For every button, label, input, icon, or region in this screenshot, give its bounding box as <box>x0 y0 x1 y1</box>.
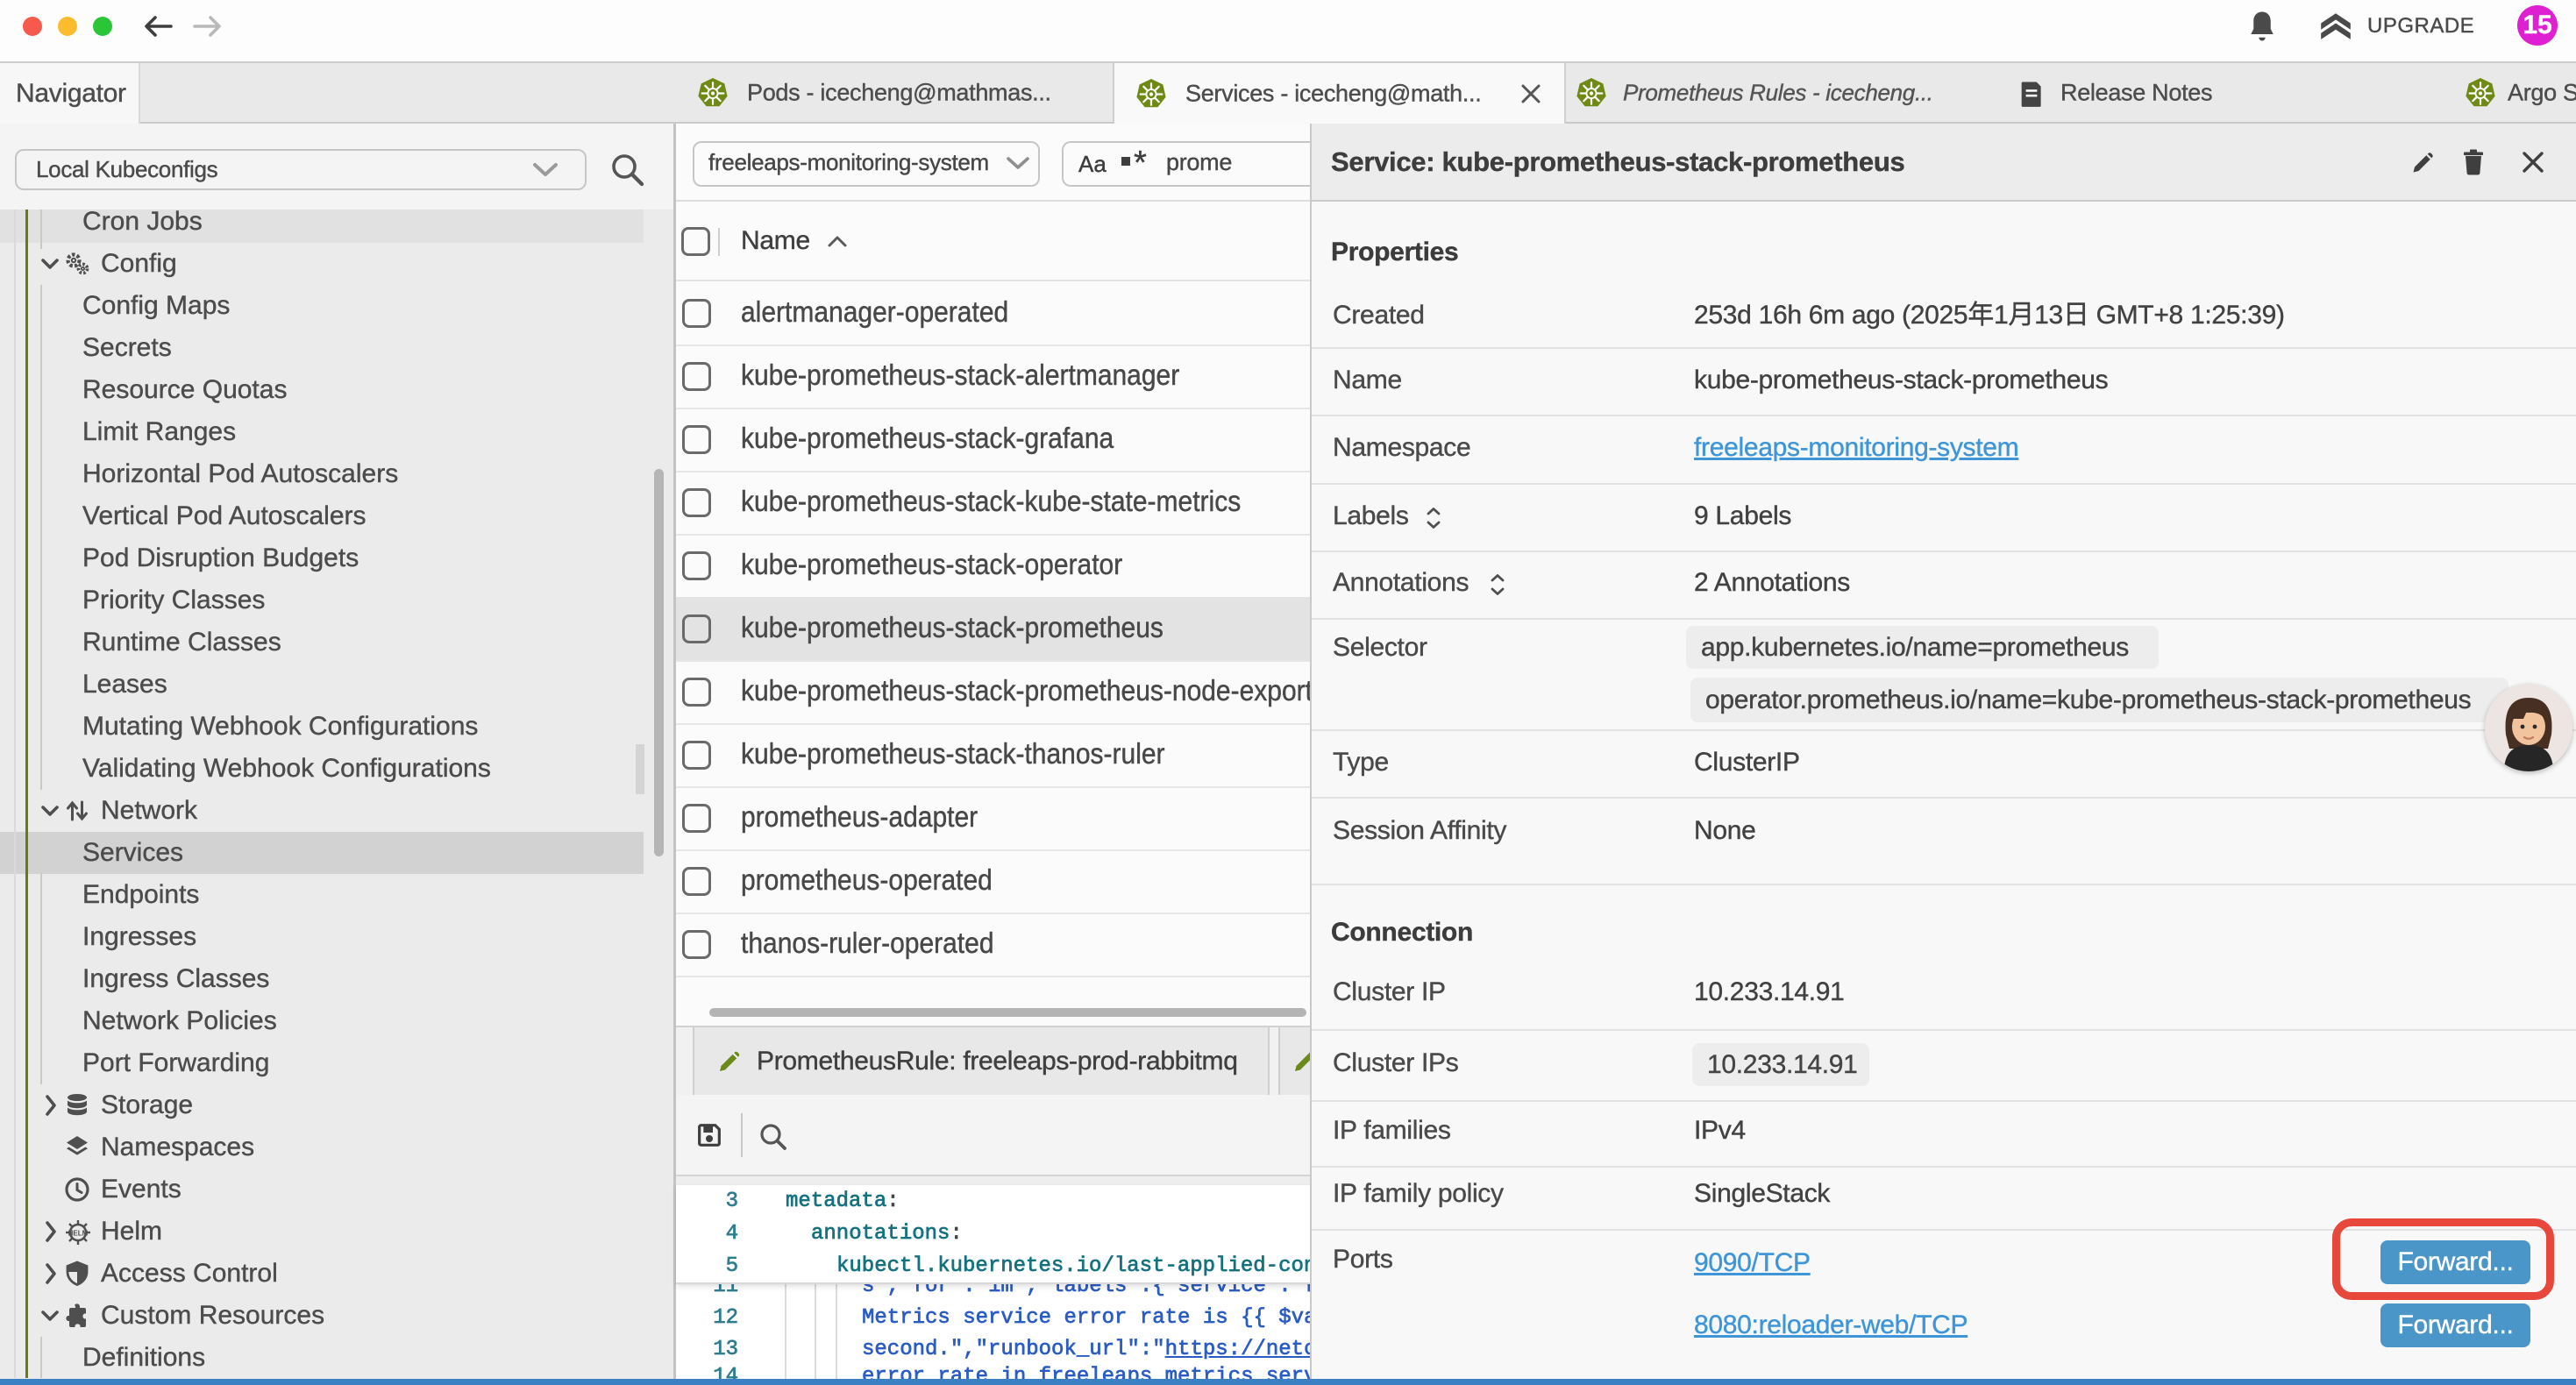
svg-text:HELM: HELM <box>68 1230 89 1238</box>
